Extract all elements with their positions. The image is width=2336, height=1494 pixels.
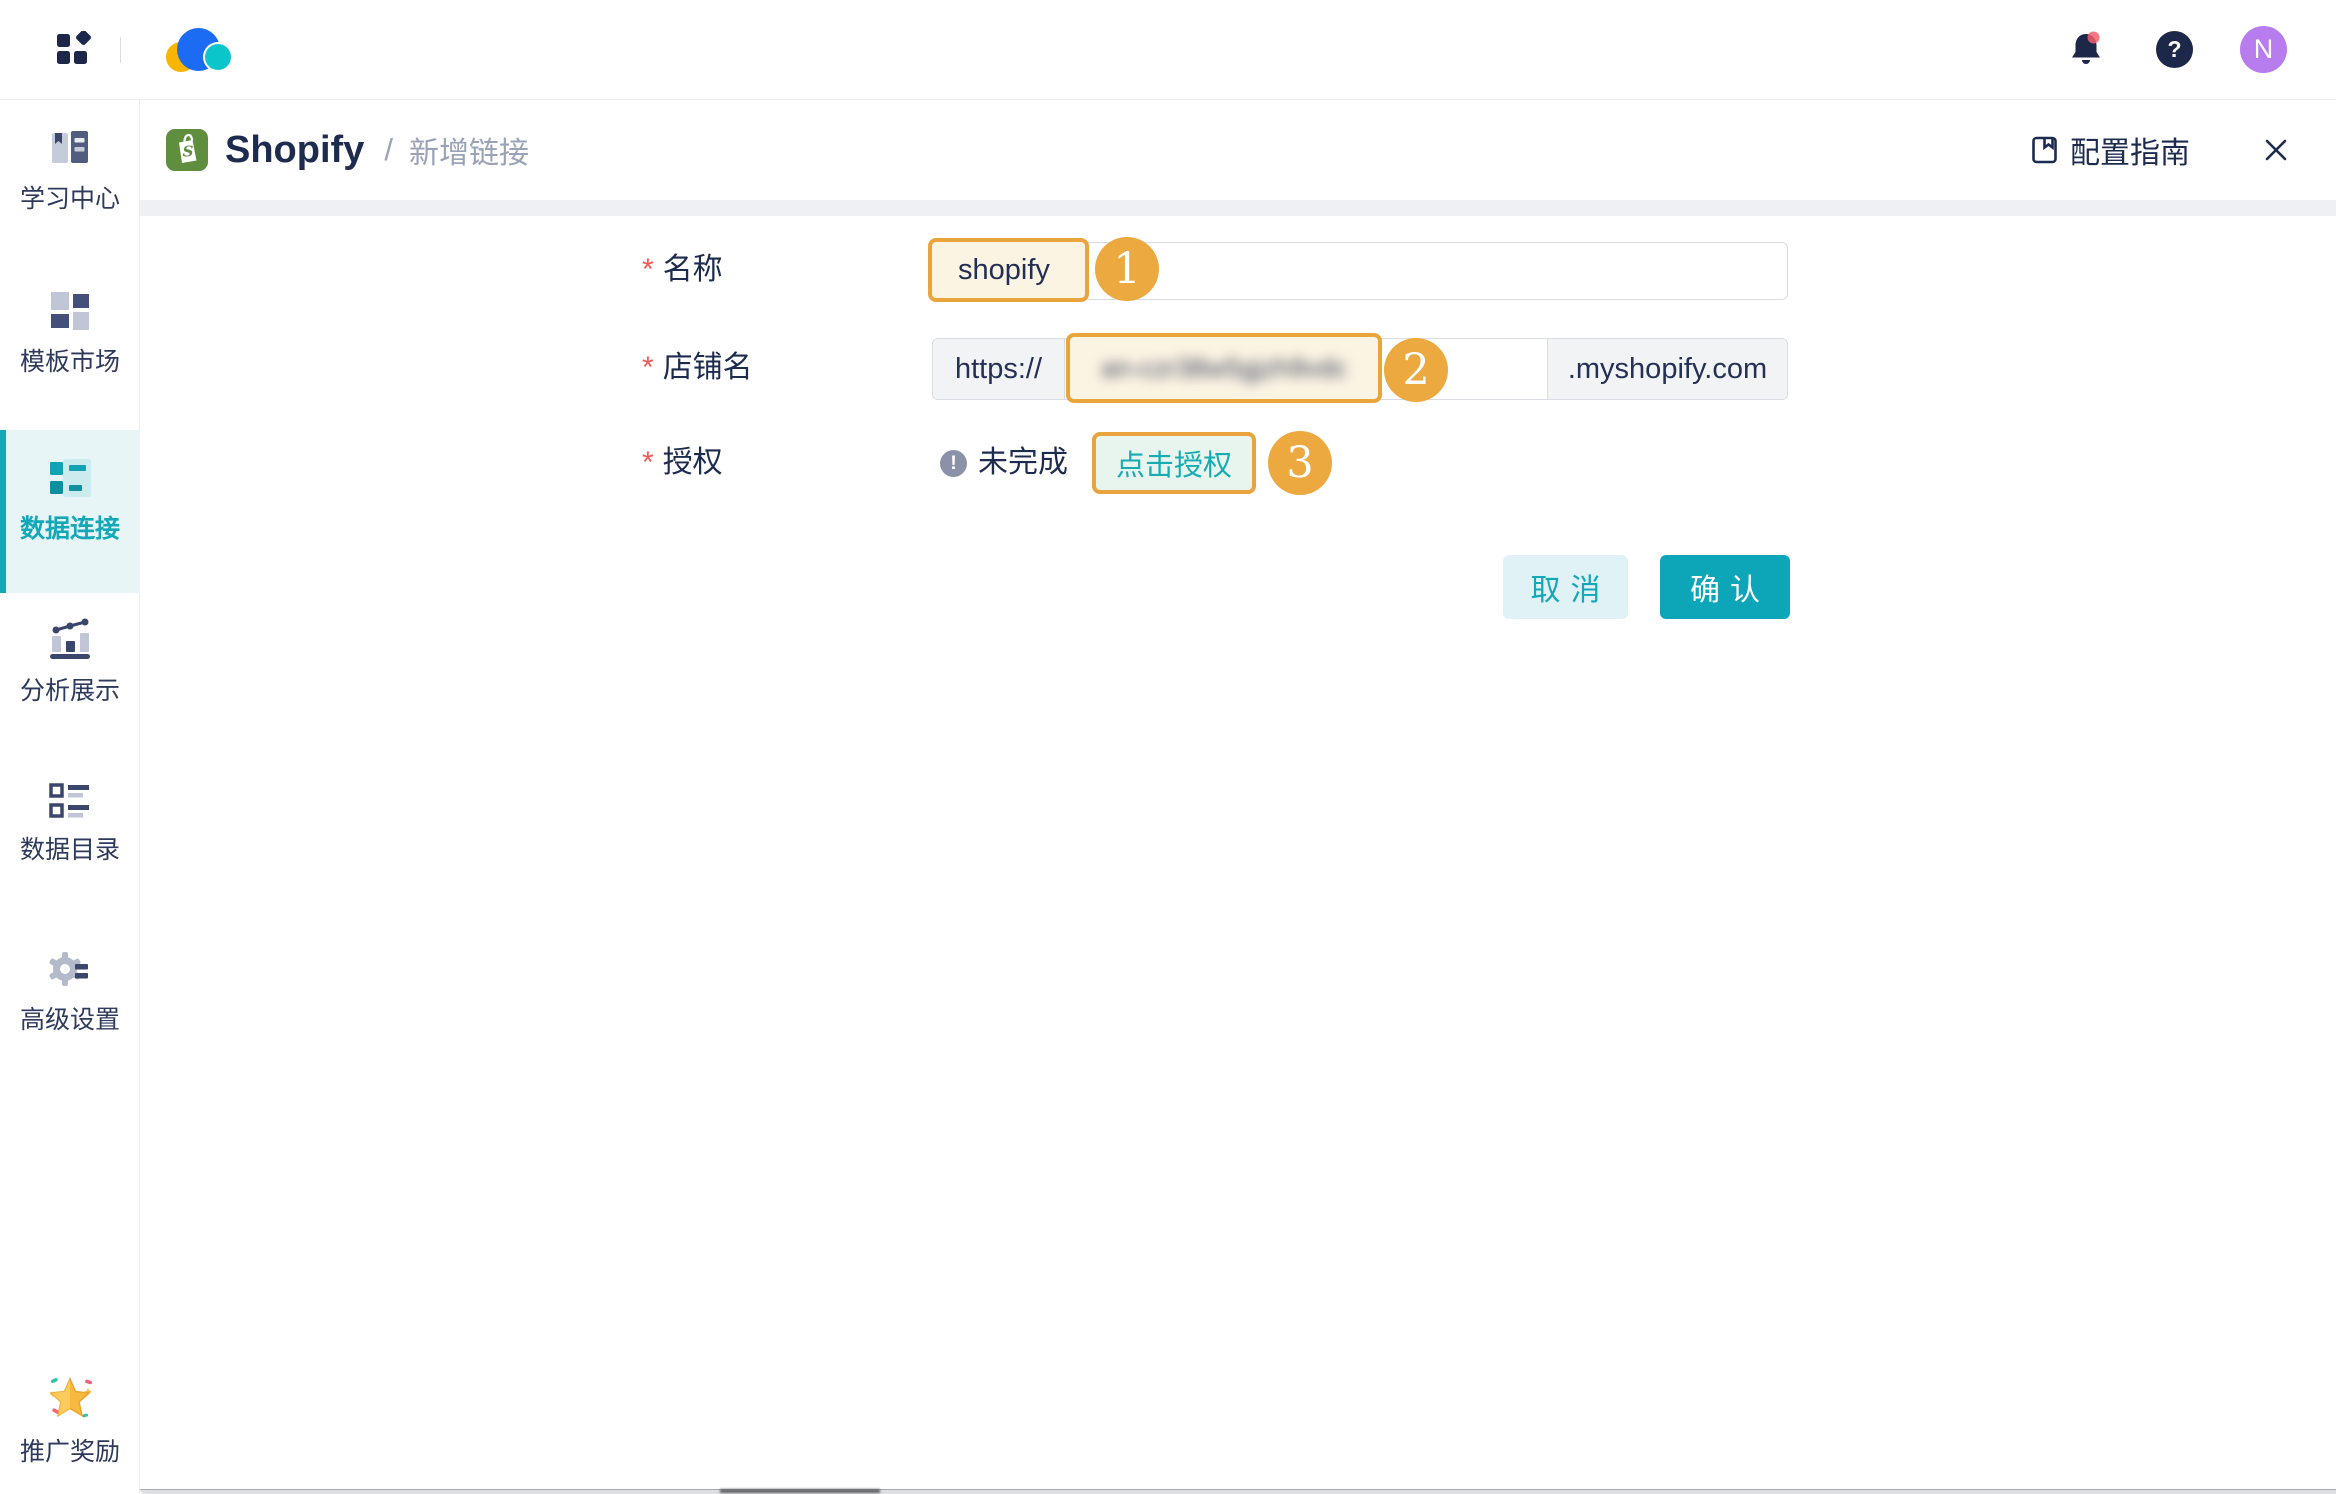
shopify-icon: S <box>166 129 208 171</box>
sidebar-item-label: 高级设置 <box>19 1006 120 1034</box>
cutoff-footer-text <box>720 1489 880 1493</box>
url-suffix: .myshopify.com <box>1547 339 1787 399</box>
config-guide-label: 配置指南 <box>2070 137 2190 170</box>
annotation-box-2: an-czr38w5gjzh9vdc <box>1066 333 1382 403</box>
book-icon <box>52 131 88 163</box>
annotation-box-1: shopify <box>928 238 1089 302</box>
sidebar-item-data-connection[interactable]: 数据连接 <box>0 456 140 545</box>
svg-text:S: S <box>183 143 194 161</box>
topbar: ? N <box>0 0 2336 100</box>
topbar-divider <box>120 37 121 63</box>
name-input-value: shopify <box>958 253 1050 286</box>
data-connection-icon <box>50 459 91 497</box>
sidebar-item-advanced-settings[interactable]: 高级设置 <box>0 947 140 1036</box>
auth-status-text: 未完成 <box>978 446 1068 479</box>
sidebar-item-label: 学习中心 <box>19 185 120 213</box>
sidebar-item-label: 模板市场 <box>19 348 120 376</box>
app-grid-icon[interactable] <box>56 30 96 67</box>
store-name-blurred-value: an-czr38w5gjzh9vdc <box>1100 352 1348 383</box>
template-grid-icon <box>51 292 89 330</box>
shopify-connection-panel: S Shopify / 新增链接 配置指南 * 名称 shopify 1 * 店铺名… <box>140 100 2336 1494</box>
name-field-label: * 名称 <box>642 253 723 286</box>
star-reward-icon <box>49 1377 92 1418</box>
required-asterisk: * <box>642 253 654 286</box>
incomplete-status-icon: ! <box>940 450 967 477</box>
close-icon[interactable] <box>2260 134 2292 166</box>
annotation-badge-2: 2 <box>1384 338 1448 402</box>
auth-field-label: * 授权 <box>642 446 723 479</box>
header-divider-band <box>140 200 2336 216</box>
store-field-label: * 店铺名 <box>642 351 753 384</box>
confirm-button[interactable]: 确认 <box>1660 555 1790 619</box>
chart-icon <box>50 618 90 659</box>
required-asterisk: * <box>642 351 654 384</box>
sidebar-item-promotion-reward[interactable]: 推广奖励 <box>0 1371 140 1468</box>
required-asterisk: * <box>642 446 654 479</box>
url-prefix: https:// <box>933 339 1065 399</box>
logo-teal-circle <box>205 44 231 70</box>
notification-dot <box>2087 31 2100 44</box>
sidebar: 学习中心 模板市场 数据连接 分析展示 数据目录 高级设置 推广奖励 <box>0 100 140 1494</box>
gear-icon <box>49 952 88 986</box>
bottom-edge-strip <box>140 1489 2336 1494</box>
notification-bell-icon[interactable] <box>2066 28 2106 72</box>
config-guide-button[interactable]: 配置指南 <box>2031 128 2190 172</box>
avatar[interactable]: N <box>2240 26 2287 73</box>
breadcrumb-separator: / <box>384 132 393 167</box>
help-icon[interactable]: ? <box>2156 31 2193 68</box>
breadcrumb-subtitle: 新增链接 <box>408 137 529 170</box>
cancel-button[interactable]: 取消 <box>1503 555 1628 619</box>
sidebar-item-analysis-display[interactable]: 分析展示 <box>0 616 140 707</box>
sidebar-item-learning-center[interactable]: 学习中心 <box>0 126 140 215</box>
sidebar-item-label: 推广奖励 <box>19 1438 120 1466</box>
panel-header: S Shopify / 新增链接 配置指南 <box>140 100 2336 200</box>
annotation-badge-1: 1 <box>1095 237 1159 301</box>
sidebar-item-template-market[interactable]: 模板市场 <box>0 289 140 378</box>
list-icon <box>49 783 89 818</box>
guide-book-icon <box>2032 136 2057 164</box>
sidebar-item-label: 分析展示 <box>19 677 120 705</box>
annotation-badge-3: 3 <box>1268 431 1332 495</box>
sidebar-item-label: 数据连接 <box>19 515 120 543</box>
brand-logo[interactable] <box>166 27 232 73</box>
sidebar-item-label: 数据目录 <box>19 836 120 864</box>
sidebar-item-data-catalog[interactable]: 数据目录 <box>0 781 140 866</box>
page-title: Shopify <box>225 128 365 171</box>
authorize-button[interactable]: 点击授权 <box>1092 432 1256 494</box>
